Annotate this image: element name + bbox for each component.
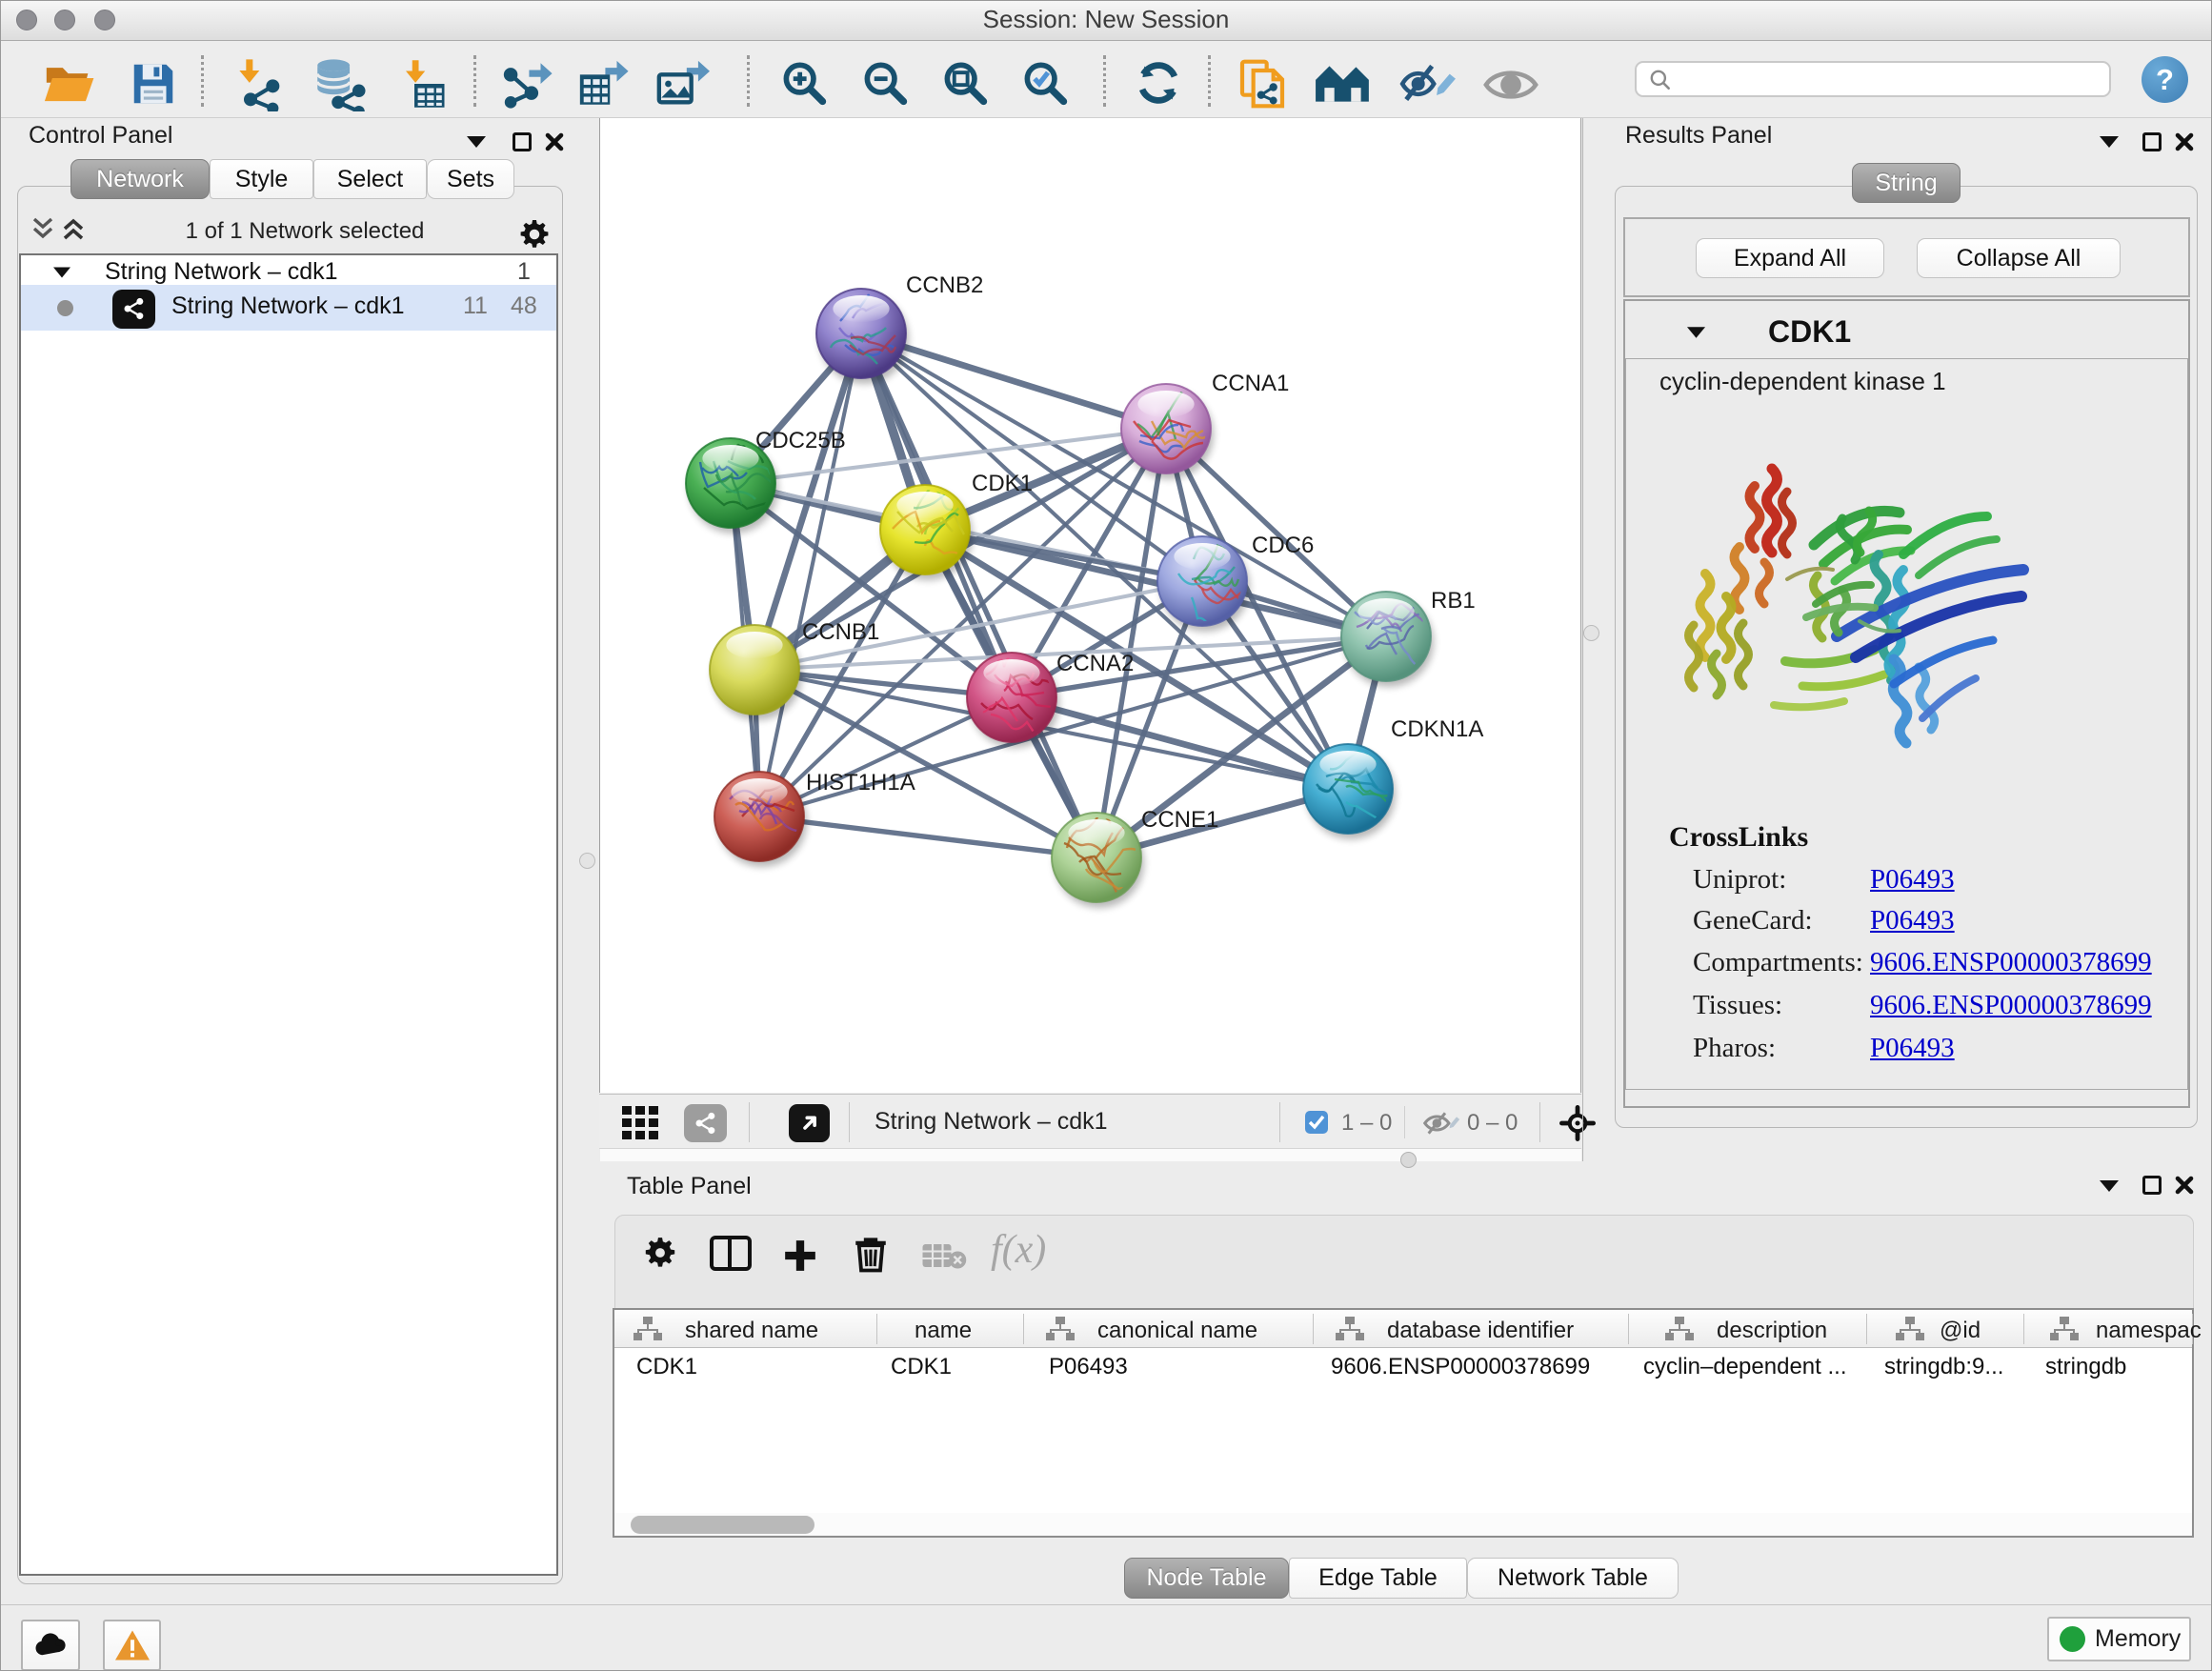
svg-text:CCNB1: CCNB1 [802,619,879,645]
svg-text:CCNE1: CCNE1 [1141,807,1218,833]
svg-text:CCNB2: CCNB2 [906,272,983,298]
svg-text:CDK1: CDK1 [972,471,1033,496]
svg-text:HIST1H1A: HIST1H1A [806,770,915,795]
svg-text:RB1: RB1 [1431,588,1476,614]
svg-text:CDC6: CDC6 [1252,533,1314,558]
svg-text:CCNA1: CCNA1 [1212,371,1289,396]
svg-text:CDKN1A: CDKN1A [1391,716,1483,742]
svg-text:CCNA2: CCNA2 [1056,651,1134,676]
svg-text:CDC25B: CDC25B [755,428,846,453]
